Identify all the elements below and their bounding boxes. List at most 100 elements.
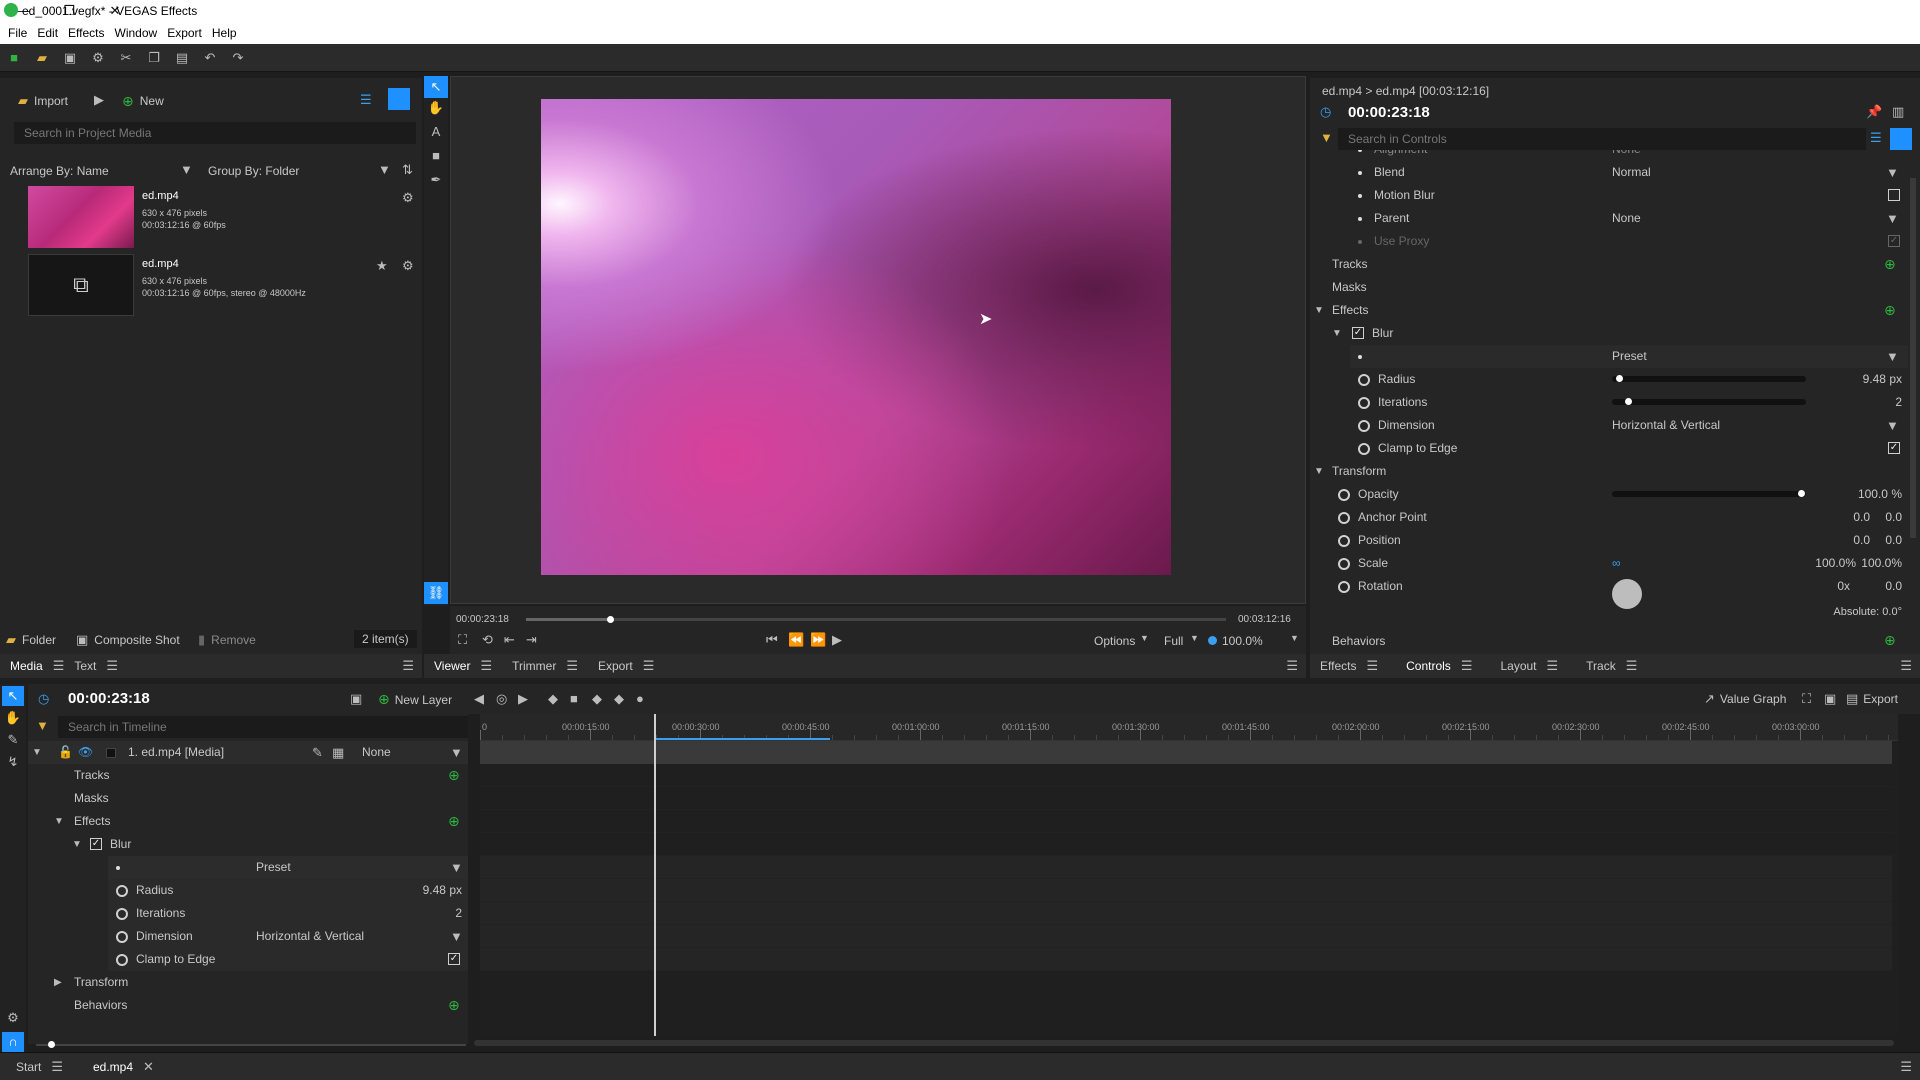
pencil-icon[interactable]: ✎ [312, 741, 323, 764]
keyframe-icon[interactable] [116, 908, 128, 920]
app-menu-icon[interactable]: ■ [0, 50, 28, 65]
arrange-by-dropdown[interactable]: Arrange By: Name [10, 164, 109, 178]
dimension-dropdown[interactable]: Horizontal & Vertical [256, 925, 364, 948]
chevron-down-icon[interactable]: ▼ [1290, 633, 1299, 643]
gear-icon[interactable]: ⚙ [402, 258, 414, 274]
layer-row[interactable]: ▼ 🔓 👁 1. ed.mp4 [Media] ✎ ▦ None ▼ [28, 741, 468, 764]
blend-dropdown[interactable]: Normal [1612, 161, 1651, 184]
paste-icon[interactable]: ▤ [168, 50, 196, 66]
timeline-export-button[interactable]: ▤ Export [1846, 691, 1898, 707]
iterations-slider[interactable] [1612, 398, 1806, 405]
parent-dropdown[interactable]: None [1612, 207, 1641, 230]
menu-icon[interactable]: ☰ [566, 658, 578, 674]
preset-dropdown[interactable]: Preset [256, 856, 291, 879]
curve-tool-icon[interactable]: ↯ [2, 754, 24, 770]
composite-shot-button[interactable]: ▣ Composite Shot [76, 632, 180, 648]
collapse-icon[interactable]: ▼ [32, 741, 42, 764]
panel-menu-icon[interactable]: ☰ [402, 658, 414, 674]
checker-icon[interactable]: ▦ [332, 741, 344, 764]
keyframe-icon[interactable] [116, 931, 128, 943]
viewer-scrubber[interactable] [526, 616, 1226, 623]
tab-layout[interactable]: Layout [1490, 654, 1546, 678]
tab-media[interactable]: Media [0, 654, 53, 678]
link-tool-icon[interactable]: ⛓ [424, 582, 448, 604]
zoom-dropdown[interactable]: 100.0% [1222, 634, 1263, 648]
keyframe-icon[interactable] [1358, 397, 1370, 409]
skip-start-icon[interactable]: ⏮ [766, 632, 778, 648]
opacity-value[interactable]: 100.0 % [1858, 483, 1902, 506]
time-ruler[interactable]: 0 00:00:15:00 00:00:30:00 00:00:45:00 00:01:… [480, 714, 1898, 741]
chevron-down-icon[interactable]: ▼ [1886, 161, 1899, 184]
tab-viewer[interactable]: Viewer [424, 654, 480, 678]
redo-icon[interactable]: ↷ [224, 50, 252, 66]
menu-icon[interactable]: ☰ [53, 658, 65, 674]
tab-trimmer[interactable]: Trimmer [502, 654, 566, 678]
menu-help[interactable]: Help [212, 22, 237, 44]
menu-effects[interactable]: Effects [68, 22, 104, 44]
position-y-value[interactable]: 0.0 [1885, 529, 1902, 552]
next-keyframe-icon[interactable]: ▶ [518, 691, 528, 707]
list-view-icon[interactable]: ☰ [360, 92, 372, 108]
snap-icon[interactable]: ∩ [2, 1032, 24, 1052]
detail-view-icon[interactable] [388, 88, 410, 110]
media-item[interactable]: ⧉ ed.mp4 630 x 476 pixels 00:03:12:16 @ … [28, 254, 418, 316]
menu-icon[interactable]: ☰ [1547, 658, 1559, 674]
add-track-icon[interactable]: ⊕ [448, 764, 460, 787]
cut-icon[interactable]: ✂ [112, 50, 140, 66]
blur-checkbox[interactable]: ✓ [1352, 327, 1364, 339]
snapshot-icon[interactable]: ▣ [1824, 691, 1836, 707]
filter-icon[interactable]: ▼ [1320, 130, 1333, 145]
keyframe-hold-icon[interactable]: ■ [570, 691, 578, 706]
rotation-dial[interactable] [1612, 579, 1642, 609]
preset-dropdown[interactable]: Preset [1612, 345, 1647, 368]
radius-slider-handle[interactable] [1615, 375, 1623, 382]
chevron-down-icon[interactable]: ▼ [450, 741, 463, 764]
keyframe-icon[interactable] [1338, 535, 1350, 547]
chevron-down-icon[interactable]: ▼ [1140, 633, 1149, 643]
panel-menu-icon[interactable]: ☰ [1900, 658, 1912, 674]
timeline-track-area[interactable]: 0 00:00:15:00 00:00:30:00 00:00:45:00 00:01:… [480, 714, 1898, 1036]
loop-icon[interactable]: ⟲ [482, 632, 493, 648]
scale-y-value[interactable]: 100.0% [1861, 552, 1902, 575]
solo-icon[interactable] [106, 748, 116, 758]
rotation-value[interactable]: 0.0 [1885, 575, 1902, 598]
keyframe-icon[interactable] [1338, 489, 1350, 501]
lock-icon[interactable]: 🔓 [58, 741, 73, 764]
alignment-dropdown[interactable]: None [1612, 150, 1641, 161]
step-back-icon[interactable]: ⏪ [788, 632, 804, 648]
radius-slider[interactable] [1612, 375, 1806, 382]
timeline-horizontal-scrollbar[interactable] [474, 1040, 1894, 1046]
anchor-x-value[interactable]: 0.0 [1853, 506, 1870, 529]
folder-button[interactable]: ▰ Folder [6, 632, 56, 648]
menu-export[interactable]: Export [167, 22, 202, 44]
iterations-slider-handle[interactable] [1625, 398, 1633, 405]
list-view-icon[interactable]: ☰ [1870, 130, 1882, 146]
layer-blend-dropdown[interactable]: None [362, 741, 391, 764]
keyframe-icon[interactable] [116, 885, 128, 897]
menu-icon[interactable]: ☰ [1626, 658, 1638, 674]
select-tool-icon[interactable]: ↖ [424, 76, 448, 98]
panel-menu-icon[interactable]: ☰ [1900, 1059, 1912, 1075]
keyframe-icon[interactable] [1358, 374, 1370, 386]
fit-icon[interactable]: ⛶ [458, 632, 467, 648]
filter-icon[interactable]: ▼ [36, 718, 49, 733]
viewer-scrubber-handle[interactable] [607, 616, 614, 623]
render-icon[interactable]: ▣ [350, 691, 362, 707]
chevron-down-icon[interactable]: ▼ [450, 925, 463, 948]
tab-track[interactable]: Track [1576, 654, 1626, 678]
gear-icon[interactable]: ⚙ [402, 190, 414, 206]
keyframe-icon[interactable] [1358, 443, 1370, 455]
shape-tool-icon[interactable]: ■ [424, 148, 448, 163]
menu-edit[interactable]: Edit [37, 22, 58, 44]
tab-effects[interactable]: Effects [1310, 654, 1366, 678]
collapse-icon[interactable]: ▼ [1332, 322, 1342, 345]
playhead[interactable] [653, 714, 656, 1036]
copy-icon[interactable]: ❐ [140, 50, 168, 66]
star-icon[interactable]: ★ [376, 258, 388, 274]
sort-icon[interactable]: ⇅ [402, 162, 413, 178]
iterations-value[interactable]: 2 [455, 902, 462, 925]
keyframe-icon[interactable] [116, 954, 128, 966]
viewer-canvas[interactable]: ➤ [450, 76, 1306, 604]
menu-window[interactable]: Window [115, 22, 158, 44]
play-icon[interactable]: ▶ [832, 632, 842, 648]
